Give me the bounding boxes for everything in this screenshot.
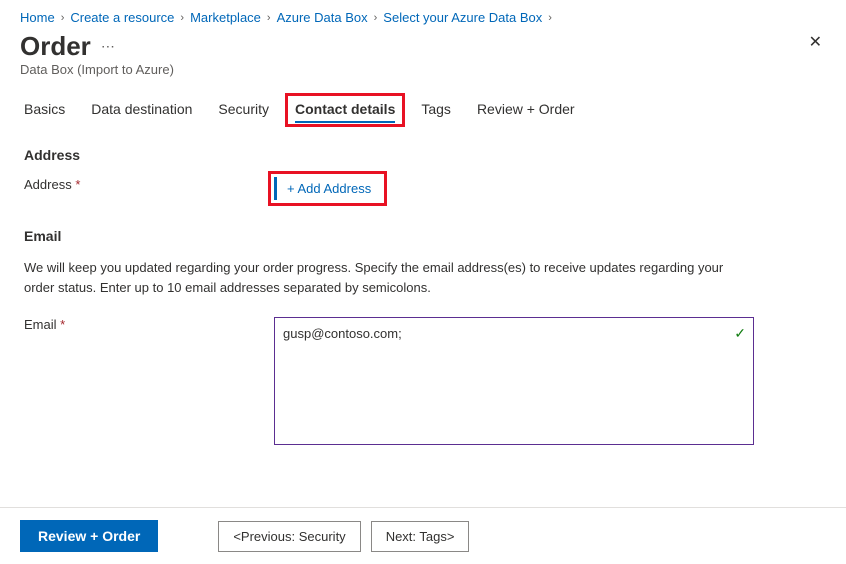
tab-basics[interactable]: Basics	[24, 101, 65, 123]
tab-data-destination[interactable]: Data destination	[91, 101, 192, 123]
next-button[interactable]: Next: Tags>	[371, 521, 470, 552]
add-address-button[interactable]: + Add Address	[274, 177, 381, 200]
footer: Review + Order <Previous: Security Next:…	[0, 507, 846, 564]
section-heading-email: Email	[24, 228, 822, 244]
breadcrumb-item[interactable]: Select your Azure Data Box	[383, 10, 542, 25]
chevron-right-icon: ›	[374, 12, 378, 24]
tab-review-order[interactable]: Review + Order	[477, 101, 575, 123]
chevron-right-icon: ›	[267, 12, 271, 24]
page-subtitle: Data Box (Import to Azure)	[0, 62, 846, 101]
breadcrumb-item[interactable]: Azure Data Box	[277, 10, 368, 25]
breadcrumb-item[interactable]: Home	[20, 10, 55, 25]
tab-tags[interactable]: Tags	[421, 101, 451, 123]
review-order-button[interactable]: Review + Order	[20, 520, 158, 552]
breadcrumb: Home › Create a resource › Marketplace ›…	[0, 0, 846, 31]
tabs: Basics Data destination Security Contact…	[0, 101, 846, 123]
chevron-right-icon: ›	[61, 12, 65, 24]
previous-button[interactable]: <Previous: Security	[218, 521, 360, 552]
checkmark-icon: ✓	[734, 325, 746, 342]
close-icon[interactable]: ✕	[805, 31, 826, 55]
page-title: Order	[20, 31, 91, 62]
chevron-right-icon: ›	[548, 12, 552, 24]
chevron-right-icon: ›	[180, 12, 184, 24]
breadcrumb-item[interactable]: Create a resource	[70, 10, 174, 25]
email-input[interactable]	[274, 317, 754, 445]
more-icon[interactable]: ⋯	[101, 38, 116, 55]
breadcrumb-item[interactable]: Marketplace	[190, 10, 261, 25]
email-help-text: We will keep you updated regarding your …	[24, 258, 744, 297]
tab-security[interactable]: Security	[218, 101, 269, 123]
email-label: Email *	[24, 317, 274, 332]
tab-contact-details[interactable]: Contact details	[295, 101, 395, 123]
address-label: Address *	[24, 177, 274, 192]
section-heading-address: Address	[24, 147, 822, 163]
